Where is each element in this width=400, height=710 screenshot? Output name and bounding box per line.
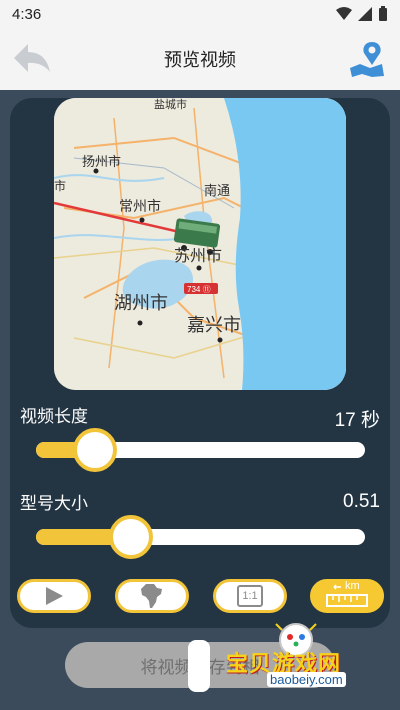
map-label: 湖州市 — [114, 293, 168, 314]
map-label: 扬州市 — [82, 154, 121, 170]
signal-icon — [358, 7, 372, 21]
map-preview: 734 ⑪ 盐城市 扬州市 常州市 南通 苏州市 湖州市 嘉兴市 市 — [54, 98, 346, 390]
back-button[interactable] — [12, 42, 52, 76]
map-label: 嘉兴市 — [187, 315, 241, 336]
model-size-value: 0.51 — [343, 491, 380, 512]
play-icon — [46, 587, 63, 605]
model-size-slider[interactable] — [36, 515, 365, 559]
map-label: 市 — [54, 178, 66, 193]
aspect-ratio-button[interactable]: 1:1 — [213, 579, 287, 613]
map-label: 苏州市 — [174, 246, 222, 265]
video-length-slider[interactable] — [36, 428, 365, 472]
map-canvas: 734 ⑪ 盐城市 扬州市 常州市 南通 苏州市 湖州市 嘉兴市 市 — [54, 98, 346, 390]
status-bar: 4:36 — [0, 0, 400, 28]
continent-button[interactable] — [115, 579, 189, 613]
ruler-km-icon: km — [325, 580, 369, 609]
africa-map-icon — [141, 584, 162, 608]
status-time: 4:36 — [12, 5, 42, 23]
battery-icon — [379, 6, 387, 21]
aspect-ratio-label: 1:1 — [242, 590, 258, 602]
watermark-url: baobeiy.com — [267, 672, 346, 687]
map-label: 盐城市 — [154, 98, 187, 111]
wifi-icon — [336, 7, 352, 20]
video-length-value: 17 秒 — [334, 410, 380, 431]
map-pin-icon — [350, 42, 384, 77]
map-button[interactable] — [348, 40, 386, 78]
scale-button[interactable]: km — [310, 579, 384, 613]
back-arrow-icon — [14, 44, 50, 72]
model-size-label: 型号大小 — [20, 494, 88, 514]
save-toggle-knob[interactable] — [188, 640, 210, 692]
map-label: 常州市 — [119, 198, 161, 215]
app-bar: 预览视频 — [0, 28, 400, 90]
map-label: 南通 — [204, 183, 230, 199]
route-badge: 734 ⑪ — [187, 285, 211, 294]
page-title: 预览视频 — [164, 50, 236, 71]
aspect-ratio-icon: 1:1 — [237, 585, 263, 607]
video-length-slider-thumb[interactable] — [73, 428, 118, 472]
video-length-label: 视频长度 — [20, 407, 88, 427]
play-button[interactable] — [17, 579, 91, 613]
status-icons — [336, 6, 388, 22]
